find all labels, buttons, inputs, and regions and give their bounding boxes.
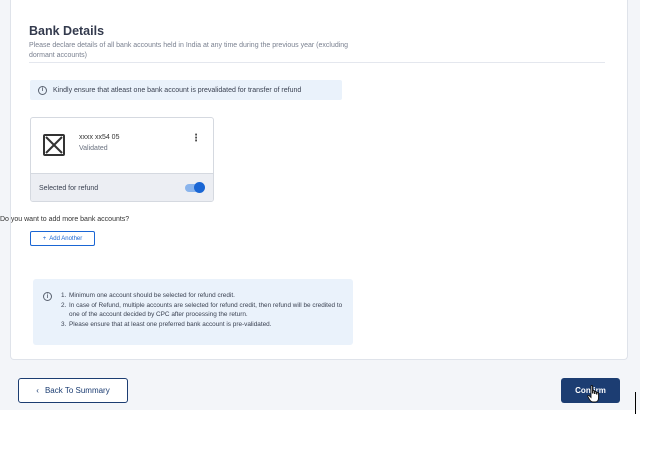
refund-info-box: i 1. Minimum one account should be selec… xyxy=(33,279,353,345)
chevron-left-icon: ‹ xyxy=(36,386,39,395)
refund-selection-label: Selected for refund xyxy=(39,185,99,192)
refund-selection-row: Selected for refund xyxy=(31,173,213,201)
list-item: 2. In case of Refund, multiple accounts … xyxy=(61,301,343,319)
section-title: Bank Details xyxy=(29,24,105,38)
prevalidation-note: i Kindly ensure that atleast one bank ac… xyxy=(30,80,342,100)
refund-toggle-knob xyxy=(194,182,205,193)
account-status: Validated xyxy=(79,145,108,152)
bank-logo-placeholder-icon xyxy=(43,134,65,156)
list-item: 1. Minimum one account should be selecte… xyxy=(61,292,235,299)
add-more-question: Do you want to add more bank accounts? xyxy=(0,216,130,223)
info-icon: i xyxy=(43,292,52,301)
list-item: 3. Please ensure that at least one prefe… xyxy=(61,320,272,328)
section-divider xyxy=(29,62,605,63)
kebab-menu-icon[interactable]: ⋮ xyxy=(191,132,201,146)
back-to-summary-button[interactable]: ‹ Back To Summary xyxy=(18,378,128,403)
add-another-button[interactable]: + Add Another xyxy=(30,231,95,246)
prevalidation-note-text: Kindly ensure that atleast one bank acco… xyxy=(53,86,302,94)
back-to-summary-label: Back To Summary xyxy=(44,386,110,395)
text-caret xyxy=(635,392,636,414)
hand-pointer-cursor-icon xyxy=(587,385,599,403)
bank-account-card: xxxx xx54 05 Validated ⋮ Selected for re… xyxy=(30,117,214,202)
info-icon: i xyxy=(38,85,47,95)
refund-info-list: 1. Minimum one account should be selecte… xyxy=(61,291,354,329)
add-another-label: Add Another xyxy=(49,235,83,242)
plus-icon: + xyxy=(42,235,47,242)
account-number: xxxx xx54 05 xyxy=(79,134,120,141)
section-subtitle: Please declare details of all bank accou… xyxy=(29,42,349,59)
refund-toggle[interactable] xyxy=(185,182,205,193)
